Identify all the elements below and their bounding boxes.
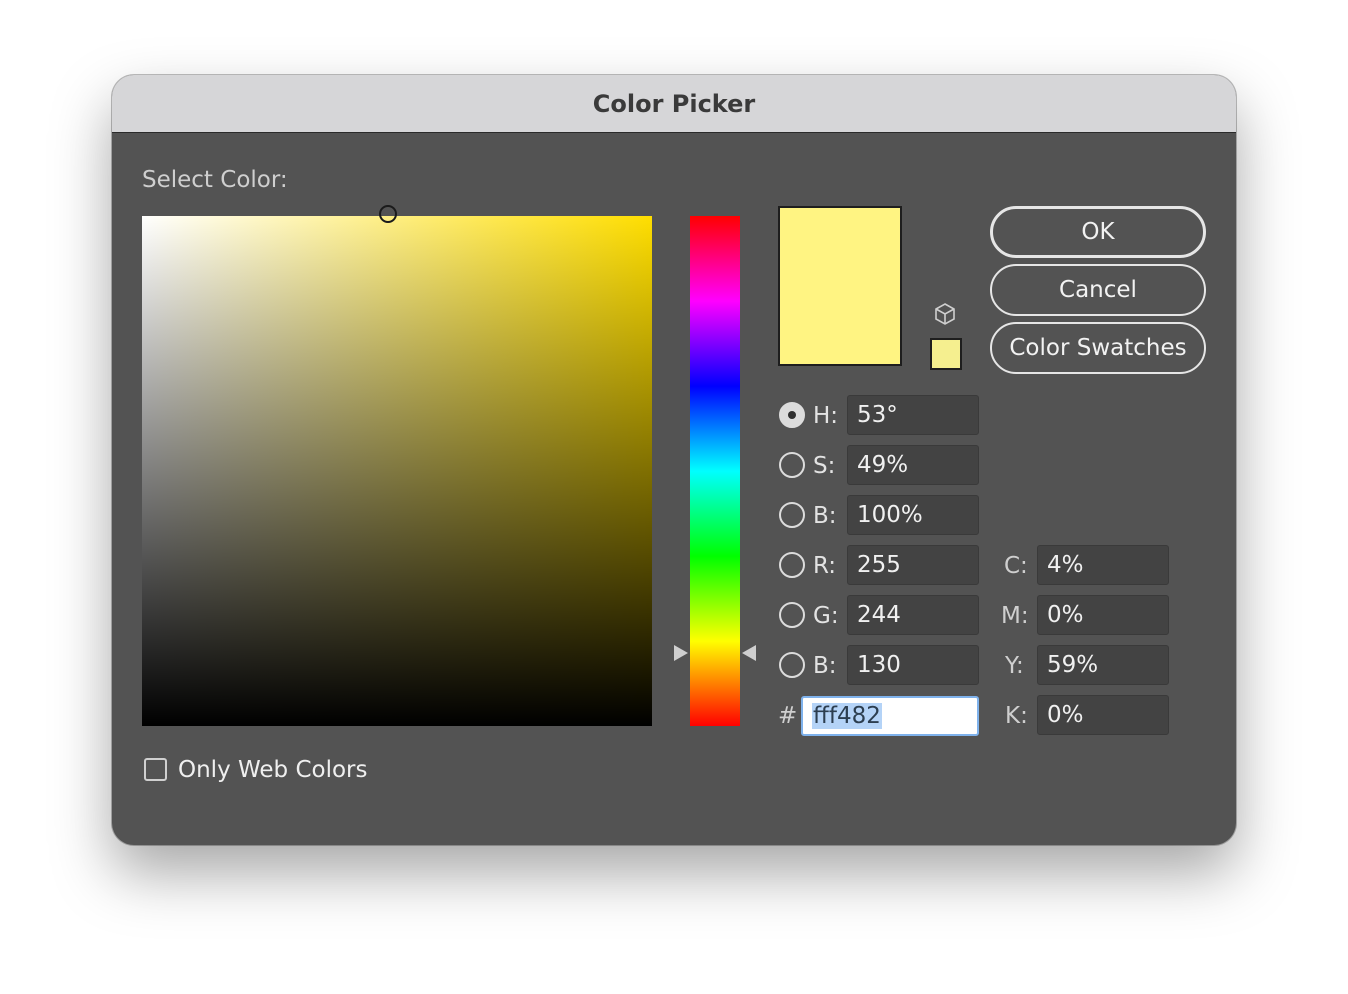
select-color-label: Select Color: bbox=[142, 167, 288, 193]
saturation-radio[interactable] bbox=[779, 452, 805, 478]
black-field[interactable]: 0% bbox=[1037, 695, 1169, 735]
red-radio[interactable] bbox=[779, 552, 805, 578]
brightness-field[interactable]: 100% bbox=[847, 495, 979, 535]
magenta-label: M: bbox=[1001, 603, 1029, 629]
hue-radio[interactable] bbox=[779, 402, 805, 428]
green-radio[interactable] bbox=[779, 602, 805, 628]
ok-button[interactable]: OK bbox=[990, 206, 1206, 258]
current-color-swatch[interactable] bbox=[930, 338, 962, 370]
hue-slider-handle-right[interactable] bbox=[742, 645, 756, 661]
hex-value: fff482 bbox=[812, 703, 882, 729]
black-label: K: bbox=[1005, 703, 1028, 729]
cancel-button[interactable]: Cancel bbox=[990, 264, 1206, 316]
hex-prefix: # bbox=[778, 703, 798, 729]
window-title: Color Picker bbox=[592, 89, 756, 118]
saturation-field[interactable]: 49% bbox=[847, 445, 979, 485]
hue-label: H: bbox=[813, 403, 839, 429]
color-field[interactable] bbox=[142, 216, 652, 726]
brightness-radio[interactable] bbox=[779, 502, 805, 528]
new-color-swatch bbox=[778, 206, 902, 366]
only-web-colors-label: Only Web Colors bbox=[178, 757, 368, 783]
blue-field[interactable]: 130 bbox=[847, 645, 979, 685]
color-picker-dialog: Color Picker Select Color: OK Cancel Col… bbox=[112, 75, 1236, 845]
hue-slider[interactable] bbox=[690, 216, 740, 726]
blue-radio[interactable] bbox=[779, 652, 805, 678]
red-label: R: bbox=[813, 553, 837, 579]
blue-label: B: bbox=[813, 653, 837, 679]
only-web-colors-checkbox[interactable] bbox=[144, 758, 167, 781]
cyan-field[interactable]: 4% bbox=[1037, 545, 1169, 585]
brightness-label: B: bbox=[813, 503, 837, 529]
magenta-field[interactable]: 0% bbox=[1037, 595, 1169, 635]
cube-icon[interactable] bbox=[932, 301, 958, 327]
saturation-label: S: bbox=[813, 453, 836, 479]
title-bar: Color Picker bbox=[112, 75, 1236, 133]
yellow-label: Y: bbox=[1005, 653, 1024, 679]
green-field[interactable]: 244 bbox=[847, 595, 979, 635]
color-field-marker[interactable] bbox=[379, 205, 397, 223]
hue-slider-handle-left[interactable] bbox=[674, 645, 688, 661]
color-swatches-button[interactable]: Color Swatches bbox=[990, 322, 1206, 374]
hex-field[interactable]: fff482 bbox=[801, 696, 979, 736]
red-field[interactable]: 255 bbox=[847, 545, 979, 585]
yellow-field[interactable]: 59% bbox=[1037, 645, 1169, 685]
cyan-label: C: bbox=[1004, 553, 1028, 579]
hue-field[interactable]: 53° bbox=[847, 395, 979, 435]
green-label: G: bbox=[813, 603, 839, 629]
